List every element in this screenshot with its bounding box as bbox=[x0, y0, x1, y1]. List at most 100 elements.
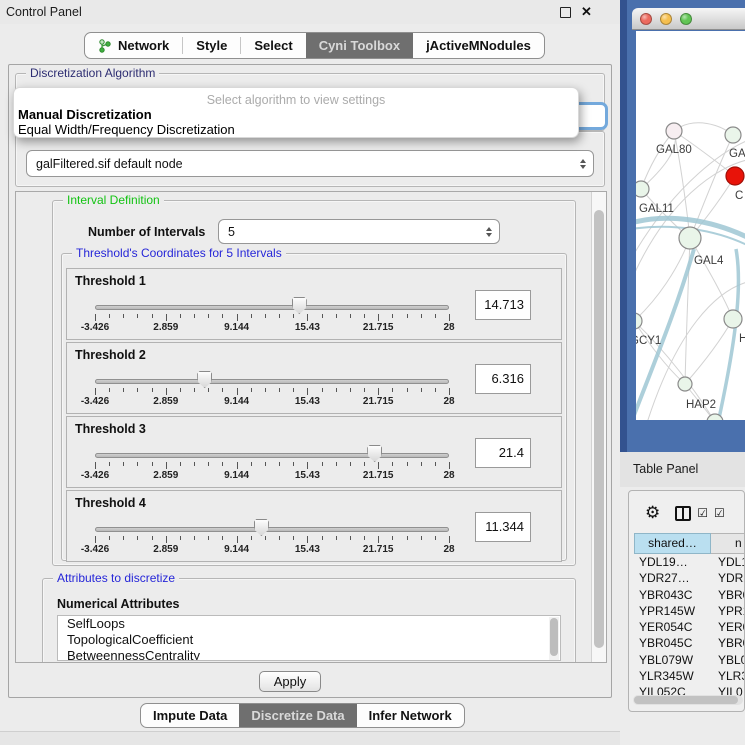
network-canvas[interactable]: GAL80GACGAL11GAL4GCY1HHAP2 bbox=[636, 31, 745, 420]
tick-label: -3.426 bbox=[81, 396, 109, 407]
table-row[interactable]: YDL19…YDL1 bbox=[634, 554, 745, 570]
slider-track[interactable] bbox=[95, 527, 449, 532]
slider-thumb[interactable] bbox=[292, 297, 307, 314]
algorithm-placeholder-option[interactable]: Select algorithm to view settings bbox=[14, 93, 578, 107]
network-node[interactable] bbox=[679, 227, 701, 249]
threshold-value-field[interactable]: 6.316 bbox=[475, 364, 531, 394]
slider-scale: -3.4262.8599.14415.4321.71528 bbox=[95, 470, 449, 482]
numerical-attributes-label: Numerical Attributes bbox=[57, 597, 179, 611]
table-row[interactable]: YDR27…YDR2 bbox=[634, 570, 745, 586]
attribute-list-item[interactable]: SelfLoops bbox=[58, 616, 560, 632]
network-node[interactable] bbox=[666, 123, 682, 139]
table-row[interactable]: YLR345WYLR3 bbox=[634, 668, 745, 684]
table-rows: YDL19…YDL1YDR27…YDR2YBR043CYBR0YPR145WYP… bbox=[634, 554, 745, 701]
table-row[interactable]: YBR043CYBR0 bbox=[634, 587, 745, 603]
algorithm-dropdown-popup: Select algorithm to view settings Manual… bbox=[13, 87, 579, 138]
tab-jactivemnodules[interactable]: jActiveMNodules bbox=[413, 33, 544, 58]
tick-label: 9.144 bbox=[224, 544, 249, 555]
bottom-strip bbox=[0, 731, 620, 745]
slider-thumb[interactable] bbox=[197, 371, 212, 388]
network-node[interactable] bbox=[724, 310, 742, 328]
tab-impute-data[interactable]: Impute Data bbox=[141, 704, 239, 727]
column-header-name[interactable]: n bbox=[711, 533, 745, 554]
table-row[interactable]: YER054CYER0 bbox=[634, 619, 745, 635]
slider-track[interactable] bbox=[95, 453, 449, 458]
tick-label: 28 bbox=[443, 322, 454, 333]
zoom-traffic-light-icon[interactable] bbox=[680, 13, 692, 25]
table-data-combo[interactable]: galFiltered.sif default node bbox=[26, 150, 594, 177]
slider-thumb[interactable] bbox=[367, 445, 382, 462]
tab-network[interactable]: Network bbox=[85, 33, 182, 58]
network-node[interactable] bbox=[636, 181, 649, 197]
table-row[interactable]: YBL079WYBL0 bbox=[634, 652, 745, 668]
threshold-value-field[interactable]: 14.713 bbox=[475, 290, 531, 320]
tab-cyni-toolbox[interactable]: Cyni Toolbox bbox=[306, 33, 413, 58]
threshold-row: Threshold 3-3.4262.8599.14415.4321.71528… bbox=[66, 416, 562, 488]
network-node[interactable] bbox=[636, 313, 642, 329]
list-scrollbar[interactable] bbox=[549, 617, 559, 661]
slider-scale: -3.4262.8599.14415.4321.71528 bbox=[95, 322, 449, 334]
scrollbar-thumb[interactable] bbox=[594, 210, 604, 648]
algorithm-option-equal-width[interactable]: Equal Width/Frequency Discretization bbox=[18, 122, 235, 137]
close-traffic-light-icon[interactable] bbox=[640, 13, 652, 25]
table-row[interactable]: YPR145WYPR1 bbox=[634, 603, 745, 619]
network-node-label: C bbox=[735, 190, 743, 202]
network-icon bbox=[98, 39, 112, 53]
attribute-list-item[interactable]: TopologicalCoefficient bbox=[58, 632, 560, 648]
algorithm-option-manual[interactable]: Manual Discretization bbox=[18, 107, 152, 122]
tick-label: -3.426 bbox=[81, 322, 109, 333]
tick-label: 28 bbox=[443, 544, 454, 555]
attribute-list-item[interactable]: BetweennessCentrality bbox=[58, 648, 560, 661]
close-icon[interactable]: ✕ bbox=[581, 4, 592, 20]
cell-shared-name: YDL19… bbox=[634, 554, 711, 570]
apply-button[interactable]: Apply bbox=[259, 671, 321, 692]
network-node[interactable] bbox=[678, 377, 692, 391]
network-window-titlebar[interactable] bbox=[632, 8, 745, 30]
threshold-row: Threshold 1-3.4262.8599.14415.4321.71528… bbox=[66, 268, 562, 340]
tab-select[interactable]: Select bbox=[241, 33, 305, 58]
tick-label: 21.715 bbox=[363, 544, 394, 555]
tab-infer-network[interactable]: Infer Network bbox=[357, 704, 464, 727]
attributes-section: Attributes to discretize Numerical Attri… bbox=[42, 578, 576, 663]
threshold-label: Threshold 2 bbox=[75, 348, 146, 362]
scrollbar-thumb[interactable] bbox=[634, 696, 738, 704]
checkbox-icon[interactable]: ☑ bbox=[714, 506, 725, 520]
tab-style[interactable]: Style bbox=[183, 33, 240, 58]
slider-ticks bbox=[95, 536, 449, 544]
thresholds-title: Threshold's Coordinates for 5 Intervals bbox=[72, 246, 286, 260]
threshold-value-field[interactable]: 21.4 bbox=[475, 438, 531, 468]
checkbox-icon[interactable]: ☑ bbox=[697, 506, 708, 520]
threshold-label: Threshold 4 bbox=[75, 496, 146, 510]
table-panel-toolbar: ⚙ ☑ ☑ bbox=[629, 499, 745, 527]
cell-name: YBL0 bbox=[711, 652, 745, 668]
cell-shared-name: YDR27… bbox=[634, 570, 711, 586]
columns-icon[interactable] bbox=[675, 506, 691, 521]
network-node[interactable] bbox=[725, 127, 741, 143]
float-window-icon[interactable] bbox=[560, 7, 571, 18]
minimize-traffic-light-icon[interactable] bbox=[660, 13, 672, 25]
column-header-shared[interactable]: shared… bbox=[634, 533, 711, 554]
threshold-value-field[interactable]: 11.344 bbox=[475, 512, 531, 542]
gear-icon[interactable]: ⚙ bbox=[645, 503, 660, 523]
table-hscrollbar[interactable] bbox=[633, 695, 743, 705]
slider-track[interactable] bbox=[95, 379, 449, 384]
slider-track[interactable] bbox=[95, 305, 449, 310]
numerical-attributes-list[interactable]: SelfLoopsTopologicalCoefficientBetweenne… bbox=[57, 615, 561, 661]
control-panel-titlebar: Control Panel ✕ bbox=[0, 0, 620, 24]
network-node[interactable] bbox=[726, 167, 744, 185]
tick-label: 9.144 bbox=[224, 470, 249, 481]
panel-title: Control Panel bbox=[6, 5, 82, 19]
viewport-scrollbar[interactable] bbox=[591, 192, 606, 662]
network-node-label: GCY1 bbox=[636, 335, 661, 347]
table-panel-header: Table Panel bbox=[620, 452, 745, 487]
stepper-arrows-icon bbox=[580, 151, 586, 176]
num-intervals-combo[interactable]: 5 bbox=[218, 219, 500, 244]
window-edge bbox=[620, 0, 627, 452]
network-node-label: GAL80 bbox=[656, 144, 692, 156]
table-row[interactable]: YBR045CYBR0 bbox=[634, 635, 745, 651]
cell-shared-name: YLR345W bbox=[634, 668, 711, 684]
slider-thumb[interactable] bbox=[254, 519, 269, 536]
cell-name: YER0 bbox=[711, 619, 745, 635]
tab-discretize-data[interactable]: Discretize Data bbox=[239, 704, 356, 727]
top-tabbar: Network Style Select Cyni Toolbox jActiv… bbox=[84, 32, 545, 59]
